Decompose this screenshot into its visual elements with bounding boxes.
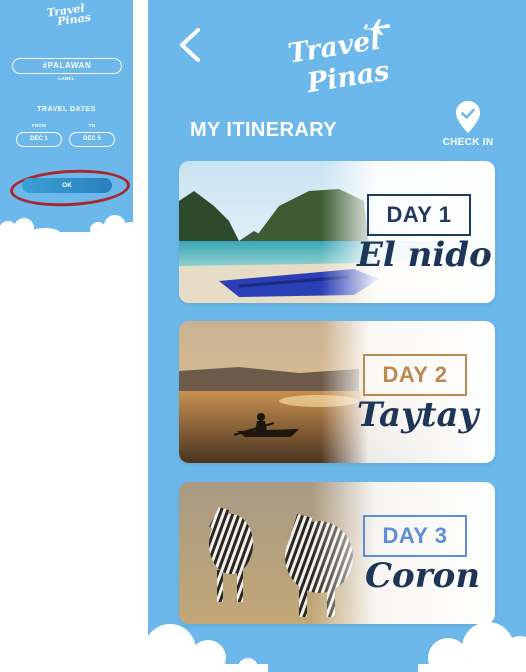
cloud-decoration xyxy=(0,215,133,236)
check-in-button[interactable]: CHECK IN xyxy=(438,100,498,150)
day-destination: Coron xyxy=(365,556,481,596)
page-title: MY ITINERARY xyxy=(190,119,338,141)
to-date-field[interactable]: DEC 5 xyxy=(69,132,115,147)
from-date-field[interactable]: DEC 1 xyxy=(16,132,62,147)
day-card-1[interactable]: DAY 1 El nido xyxy=(179,161,495,303)
day-destination: El nido xyxy=(357,235,492,275)
cloud-decoration xyxy=(148,622,526,672)
trip-label-caption: LABEL xyxy=(58,76,75,81)
day-destination: Taytay xyxy=(357,395,479,435)
chevron-left-icon[interactable] xyxy=(176,26,204,64)
day-card-3[interactable]: DAY 3 Coron xyxy=(179,482,495,624)
airplane-icon xyxy=(362,19,391,36)
itinerary-screen: Travel Pinas MY ITINERARY CHECK IN DAY 1… xyxy=(148,0,526,672)
trip-label-input[interactable]: #PALAWAN xyxy=(12,58,122,74)
to-label: TO xyxy=(88,123,96,128)
travel-dates-heading: TRAVEL DATES xyxy=(37,106,96,113)
day-card-2[interactable]: DAY 2 Taytay xyxy=(179,321,495,463)
app-logo: Travel Pinas xyxy=(280,11,411,109)
day-label: DAY 2 xyxy=(363,354,467,396)
app-logo: Travel Pinas xyxy=(0,0,133,35)
ok-button[interactable]: OK xyxy=(22,178,112,193)
day-label: DAY 3 xyxy=(363,515,467,557)
location-pin-icon xyxy=(456,101,480,133)
day-label: DAY 1 xyxy=(367,194,471,236)
from-label: FROM xyxy=(31,123,47,128)
trip-setup-screen: Travel Pinas #PALAWAN LABEL TRAVEL DATES… xyxy=(0,0,133,236)
check-in-label: CHECK IN xyxy=(442,137,494,148)
